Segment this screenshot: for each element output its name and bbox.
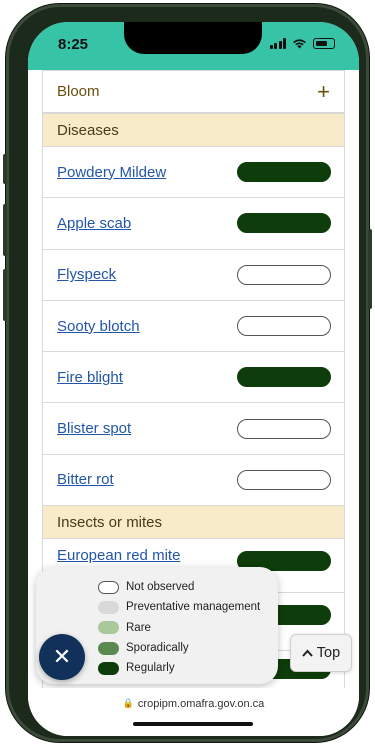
wifi-icon xyxy=(293,39,306,49)
close-icon: ✕ xyxy=(52,644,72,669)
plus-icon[interactable]: + xyxy=(317,80,330,103)
legend-swatch xyxy=(98,621,119,635)
disease-link[interactable]: Flyspeck xyxy=(57,266,116,283)
side-button xyxy=(368,229,372,309)
url-text: cropipm.omafra.gov.on.ca xyxy=(137,698,265,710)
legend-label: Regularly xyxy=(126,662,175,675)
legend-swatch xyxy=(98,641,119,655)
list-item: Bitter rot xyxy=(43,453,344,506)
status-bar: 8:25 xyxy=(28,22,359,70)
battery-icon xyxy=(313,38,335,49)
top-button-label: Top xyxy=(316,645,341,661)
section-header-diseases: Diseases xyxy=(43,113,344,146)
list-item: Powdery Mildew xyxy=(43,146,344,198)
list-item: Sooty blotch xyxy=(43,299,344,352)
disease-link[interactable]: Powdery Mildew xyxy=(57,164,166,181)
legend-item: Preventative management xyxy=(98,597,278,617)
side-button xyxy=(3,204,7,256)
bloom-title: Bloom xyxy=(57,83,100,100)
chevron-up-icon xyxy=(302,649,313,657)
legend-swatch xyxy=(98,580,119,594)
screen: 8:25 Bloom + Diseases Powdery Mildew App… xyxy=(28,22,359,736)
disease-link[interactable]: Blister spot xyxy=(57,420,131,437)
list-item: Apple scab xyxy=(43,197,344,249)
legend-item: Rare xyxy=(98,618,278,638)
back-to-top-button[interactable]: Top xyxy=(290,634,352,672)
status-icons xyxy=(269,38,335,49)
status-pill xyxy=(237,367,331,388)
status-time: 8:25 xyxy=(58,36,89,53)
list-item: Flyspeck xyxy=(43,248,344,300)
section-header-insects: Insects or mites xyxy=(43,505,344,539)
list-item: Fire blight xyxy=(43,351,344,403)
list-item: Blister spot xyxy=(43,402,344,454)
legend-item: Regularly xyxy=(98,658,278,678)
lock-icon: 🔒 xyxy=(122,698,134,708)
close-legend-button[interactable]: ✕ xyxy=(39,634,85,680)
legend-item: Sporadically xyxy=(98,638,278,658)
disease-link[interactable]: Apple scab xyxy=(57,215,131,232)
home-indicator[interactable] xyxy=(133,722,253,726)
status-pill xyxy=(237,316,331,337)
legend-label: Preventative management xyxy=(126,601,261,614)
insect-link[interactable]: European red mite xyxy=(57,547,180,564)
side-button xyxy=(3,269,7,321)
disease-link[interactable]: Bitter rot xyxy=(57,471,114,488)
url-bar[interactable]: 🔒 cropipm.omafra.gov.on.ca xyxy=(28,688,359,736)
signal-icon xyxy=(269,38,286,49)
status-pill xyxy=(237,418,331,439)
phone-frame: 8:25 Bloom + Diseases Powdery Mildew App… xyxy=(3,4,372,742)
legend-label: Not observed xyxy=(126,581,195,594)
legend-item: Not observed xyxy=(98,577,278,597)
side-button xyxy=(3,154,7,184)
legend-label: Rare xyxy=(126,621,151,634)
status-pill xyxy=(237,264,331,285)
legend-label: Sporadically xyxy=(126,642,189,655)
status-pill xyxy=(237,213,331,234)
status-pill xyxy=(237,469,331,490)
legend-swatch xyxy=(98,600,119,614)
legend-swatch xyxy=(98,661,119,675)
notch xyxy=(124,22,262,54)
bloom-accordion-header[interactable]: Bloom + xyxy=(42,70,345,113)
status-pill xyxy=(237,162,331,183)
disease-link[interactable]: Sooty blotch xyxy=(57,318,140,335)
disease-link[interactable]: Fire blight xyxy=(57,369,123,386)
